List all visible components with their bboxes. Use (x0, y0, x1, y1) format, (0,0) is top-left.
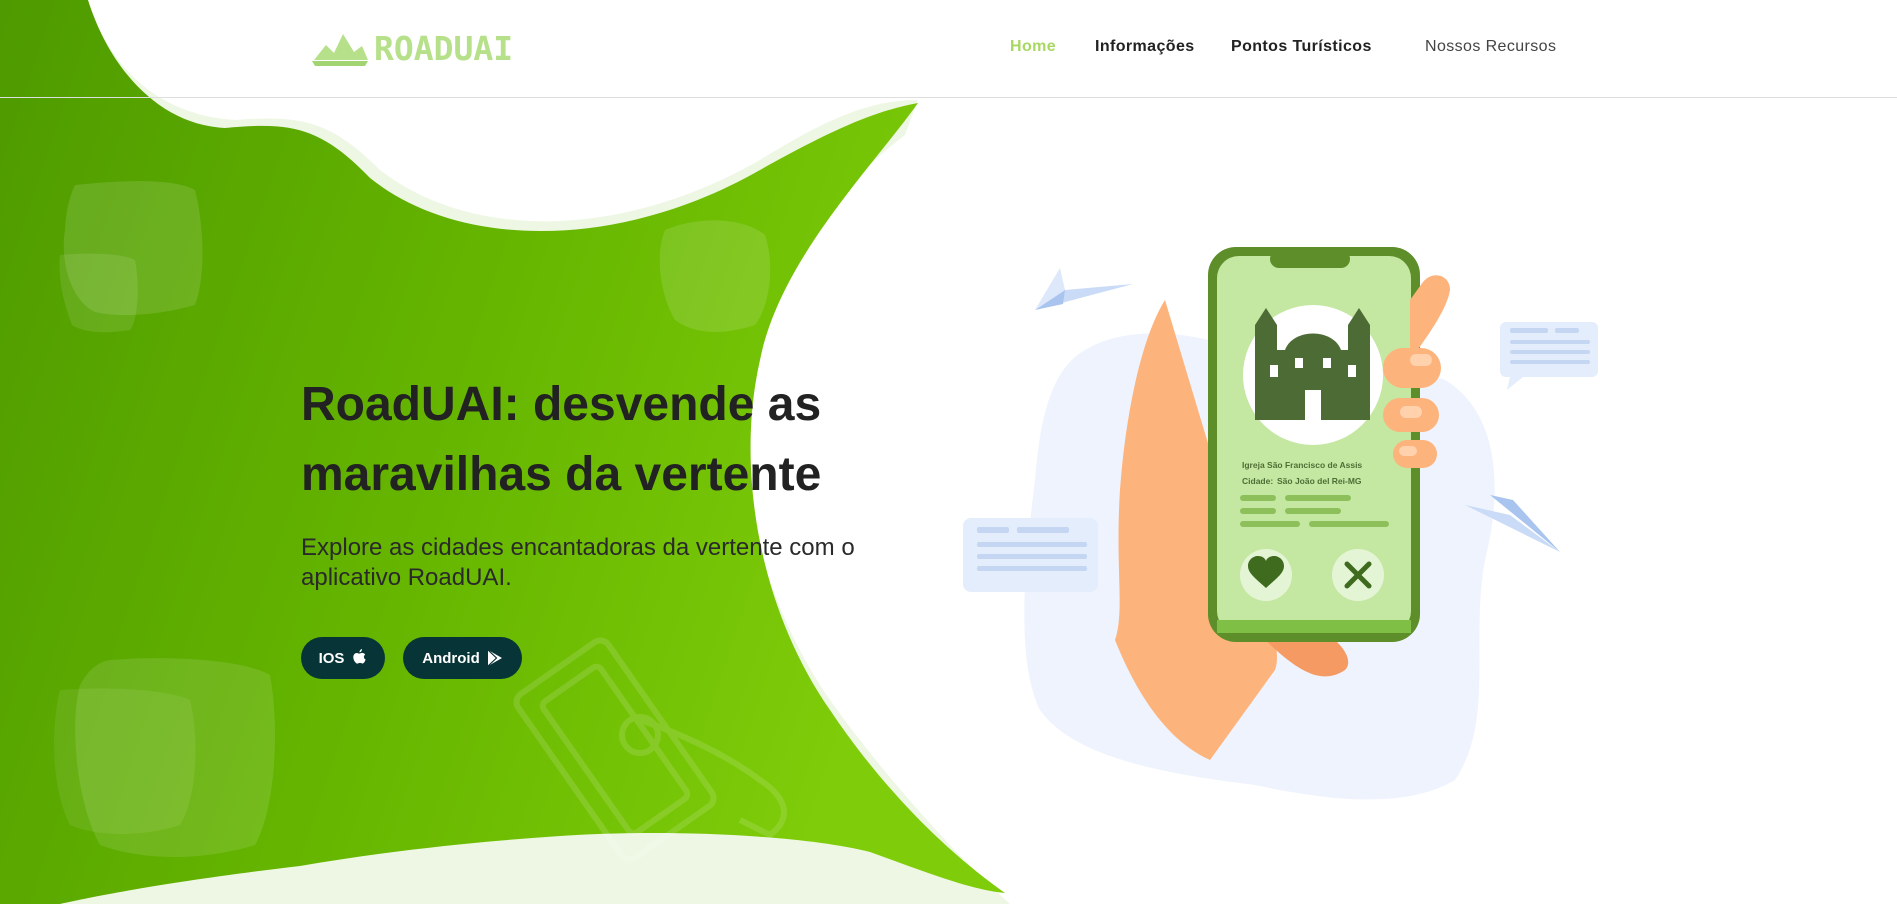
logo-text: ROADUAI (374, 28, 514, 68)
ios-download-button[interactable]: IOS (301, 637, 385, 679)
nav-nossos-recursos[interactable]: Nossos Recursos (1425, 38, 1556, 56)
nav-pontos-turisticos[interactable]: Pontos Turísticos (1231, 38, 1372, 56)
hero-background-shape (0, 0, 1010, 904)
logo[interactable]: ROADUAI (310, 28, 513, 68)
hero-title: RoadUAI: desvende as maravilhas da verte… (301, 378, 822, 501)
chat-bubble-icon (1500, 322, 1598, 390)
chat-bubble-icon (963, 518, 1098, 592)
hero-subtitle: Explore as cidades encantadoras da verte… (301, 534, 855, 591)
apple-icon (353, 649, 367, 664)
city-value: São João del Rei-MG (1277, 476, 1362, 486)
site-header: ROADUAI Home Informações Pontos Turístic… (0, 0, 1897, 98)
place-name-label: Igreja São Francisco de Assis (1242, 460, 1362, 470)
nav-informacoes[interactable]: Informações (1095, 38, 1195, 56)
play-store-icon (487, 649, 502, 667)
ios-button-label: IOS (318, 649, 345, 667)
logo-icon (312, 34, 368, 66)
android-button-label: Android (422, 649, 480, 667)
android-download-button[interactable]: Android (403, 637, 522, 679)
city-label: Cidade: (1242, 476, 1273, 486)
phone-illustration: Igreja São Francisco de Assis Cidade: Sã… (963, 247, 1598, 800)
nav-home[interactable]: Home (1010, 38, 1056, 56)
